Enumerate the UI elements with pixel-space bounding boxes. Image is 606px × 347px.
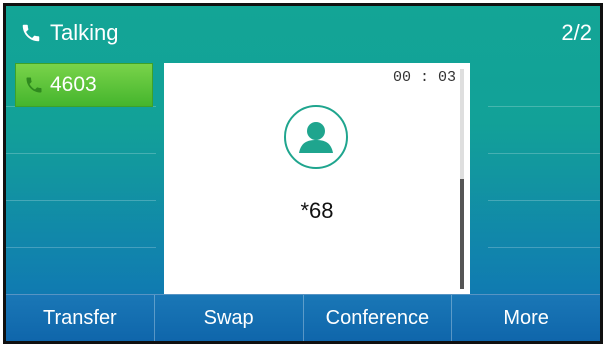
phone-icon [22,24,40,42]
conference-button[interactable]: Conference [304,295,453,341]
line-slot [6,107,156,154]
line-key-label: 4603 [50,73,97,96]
status-bar: Talking 2/2 [6,6,600,60]
softkey-bar: Transfer Swap Conference More [6,294,600,341]
line-slot [488,154,600,201]
line-slot [6,154,156,201]
swap-button[interactable]: Swap [155,295,304,341]
phone-screen: Talking 2/2 4603 00 : 03 *68 Transfer Sw… [3,3,603,344]
line-slot [488,201,600,248]
line-slot [488,60,600,107]
line-slot [488,248,600,295]
phone-icon [26,77,42,93]
call-timer: 00 : 03 [392,69,456,86]
callee-number: *68 [300,198,334,223]
line-keys: 4603 [6,60,156,296]
status-title: Talking [50,20,119,45]
line-slot [6,201,156,248]
line-keys-right [480,60,600,296]
page-indicator: 2/2 [561,20,592,45]
call-card: 00 : 03 *68 [164,63,470,295]
person-icon [284,105,348,169]
transfer-button[interactable]: Transfer [6,295,155,341]
line-key-active[interactable]: 4603 [15,63,153,107]
more-button[interactable]: More [452,295,600,341]
line-slot [488,107,600,154]
scrollbar-thumb[interactable] [460,179,464,289]
scrollbar[interactable] [460,69,464,289]
line-slot [6,248,156,295]
